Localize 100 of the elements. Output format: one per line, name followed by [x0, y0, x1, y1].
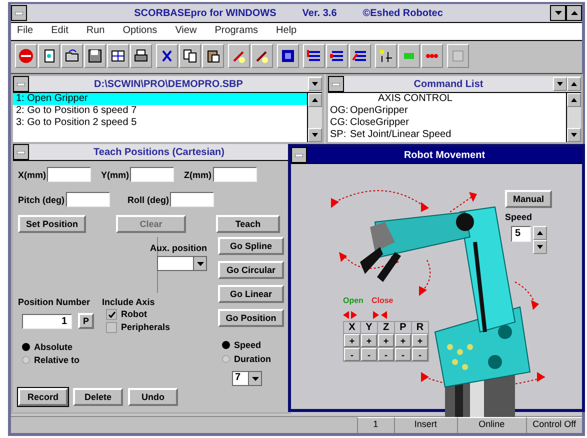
- toolbar-button[interactable]: [375, 44, 397, 68]
- go-button[interactable]: Go Circular: [218, 261, 284, 279]
- double-arrow-icon: [373, 311, 387, 319]
- checkmark-icon: [108, 310, 116, 318]
- menu-item[interactable]: Programs: [214, 25, 258, 38]
- scroll-up-button[interactable]: [308, 93, 322, 107]
- down-arrow-icon: [554, 11, 562, 15]
- action-button[interactable]: Set Position: [18, 215, 86, 233]
- folder-icon: [64, 48, 80, 64]
- checkbox-label: Robot: [121, 309, 148, 319]
- plus-button[interactable]: +: [361, 334, 377, 347]
- action-button[interactable]: Record: [18, 388, 68, 406]
- position-number-field[interactable]: 1: [22, 314, 72, 328]
- printer-icon: [133, 48, 149, 64]
- dropdown[interactable]: 7: [232, 371, 262, 386]
- manual-button[interactable]: Manual: [504, 190, 552, 208]
- app-title: SCORBASEpro for WINDOWS: [134, 8, 276, 18]
- command-item[interactable]: OpenGripper: [350, 105, 408, 117]
- go-button[interactable]: Go Position: [218, 309, 284, 327]
- command-code: SP:: [329, 129, 348, 141]
- radio-button[interactable]: [222, 341, 230, 349]
- scroll-down-button[interactable]: [308, 128, 322, 142]
- toolbar-button[interactable]: [349, 44, 371, 68]
- go-button[interactable]: Go Spline: [218, 237, 284, 255]
- increment-button[interactable]: [532, 226, 547, 240]
- command-item[interactable]: AXIS CONTROL: [350, 93, 452, 105]
- input-field[interactable]: [212, 167, 257, 182]
- speed-label: Speed: [504, 212, 532, 222]
- minus-button[interactable]: -: [378, 348, 394, 361]
- down-arrow-icon: [556, 81, 564, 87]
- action-button[interactable]: Delete: [73, 388, 123, 406]
- plus-button[interactable]: +: [378, 334, 394, 347]
- input-field[interactable]: [170, 192, 214, 207]
- toolbar-button[interactable]: [61, 44, 83, 68]
- toolbar-button[interactable]: [156, 44, 178, 68]
- floppy-icon: [87, 48, 103, 64]
- plus-button[interactable]: +: [412, 334, 428, 347]
- down-arrow-icon: [311, 132, 319, 138]
- toolbar-button[interactable]: [179, 44, 201, 68]
- stop-icon: [18, 48, 34, 64]
- checkbox[interactable]: [106, 308, 118, 320]
- group-label: Include Axis: [102, 297, 156, 307]
- scroll-up-button[interactable]: [567, 93, 581, 107]
- scroll-down-button[interactable]: [567, 128, 581, 142]
- checkbox[interactable]: [106, 322, 118, 332]
- toolbar-button[interactable]: [277, 44, 299, 68]
- program-line[interactable]: 3: Go to Position 2 speed 5: [13, 117, 307, 129]
- input-field[interactable]: [66, 192, 110, 207]
- radio-button[interactable]: [22, 343, 30, 351]
- toolbar-button[interactable]: [84, 44, 106, 68]
- system-menu-button[interactable]: [291, 147, 307, 163]
- menu-item[interactable]: View: [175, 25, 197, 38]
- system-menu-button[interactable]: [328, 76, 344, 92]
- command-item[interactable]: Set Joint/Linear Speed: [350, 129, 452, 141]
- menu-item[interactable]: File: [17, 25, 34, 38]
- menu-item[interactable]: Edit: [51, 25, 68, 38]
- minus-button[interactable]: -: [412, 348, 428, 361]
- toolbar-button[interactable]: [202, 44, 224, 68]
- toolbar-button[interactable]: [251, 44, 273, 68]
- action-button[interactable]: Undo: [128, 388, 178, 406]
- menu-item[interactable]: Options: [122, 25, 158, 38]
- toolbar-button[interactable]: [38, 44, 60, 68]
- status-field: Online: [456, 417, 526, 433]
- radio-label: Relative to: [34, 355, 80, 365]
- list-icon: [306, 48, 322, 64]
- menu-item[interactable]: Run: [86, 25, 105, 38]
- system-menu-button[interactable]: [13, 76, 29, 92]
- maximize-button[interactable]: [566, 5, 582, 21]
- radio-button[interactable]: [22, 356, 30, 364]
- field-label: Z(mm): [184, 170, 212, 180]
- up-arrow-icon: [570, 11, 578, 15]
- caret-icon: [196, 262, 204, 266]
- toolbar-button[interactable]: [107, 44, 129, 68]
- scrollbar[interactable]: [307, 93, 322, 142]
- minimize-button[interactable]: [550, 5, 566, 21]
- speed-field[interactable]: 5: [510, 226, 531, 242]
- minus-button[interactable]: -: [395, 348, 411, 361]
- system-menu-button[interactable]: [11, 5, 27, 21]
- position-button[interactable]: P: [78, 313, 94, 329]
- close-label: Close: [371, 296, 394, 305]
- system-menu-button[interactable]: [13, 144, 29, 160]
- toolbar-button[interactable]: [326, 44, 348, 68]
- dropdown[interactable]: [157, 256, 207, 271]
- program-line[interactable]: 2: Go to Position 6 speed 7: [13, 105, 307, 117]
- menu-item[interactable]: Help: [276, 25, 297, 38]
- command-item[interactable]: CloseGripper: [350, 117, 409, 129]
- go-button[interactable]: Go Linear: [218, 285, 284, 303]
- input-field[interactable]: [130, 167, 174, 182]
- minus-button[interactable]: -: [361, 348, 377, 361]
- plus-button[interactable]: +: [344, 334, 360, 347]
- action-button[interactable]: Teach: [216, 215, 280, 233]
- scrollbar[interactable]: [566, 93, 581, 142]
- minus-button[interactable]: -: [344, 348, 360, 361]
- decrement-button[interactable]: [532, 240, 547, 254]
- status-field: 1: [356, 417, 394, 433]
- toolbar-button[interactable]: [303, 44, 325, 68]
- radio-button[interactable]: [222, 355, 230, 363]
- plus-button[interactable]: +: [395, 334, 411, 347]
- toolbar-button[interactable]: [130, 44, 152, 68]
- input-field[interactable]: [47, 167, 92, 182]
